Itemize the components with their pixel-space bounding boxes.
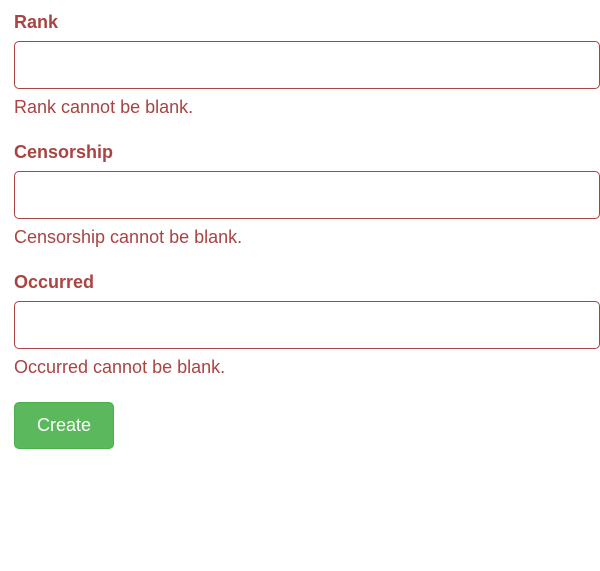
censorship-label: Censorship — [14, 142, 600, 163]
form-group-censorship: Censorship Censorship cannot be blank. — [14, 142, 600, 248]
form-group-rank: Rank Rank cannot be blank. — [14, 12, 600, 118]
censorship-input[interactable] — [14, 171, 600, 219]
rank-input[interactable] — [14, 41, 600, 89]
occurred-label: Occurred — [14, 272, 600, 293]
rank-label: Rank — [14, 12, 600, 33]
create-button[interactable]: Create — [14, 402, 114, 449]
rank-error-message: Rank cannot be blank. — [14, 97, 600, 118]
occurred-error-message: Occurred cannot be blank. — [14, 357, 600, 378]
create-form: Rank Rank cannot be blank. Censorship Ce… — [14, 12, 600, 449]
occurred-input[interactable] — [14, 301, 600, 349]
form-group-occurred: Occurred Occurred cannot be blank. — [14, 272, 600, 378]
censorship-error-message: Censorship cannot be blank. — [14, 227, 600, 248]
